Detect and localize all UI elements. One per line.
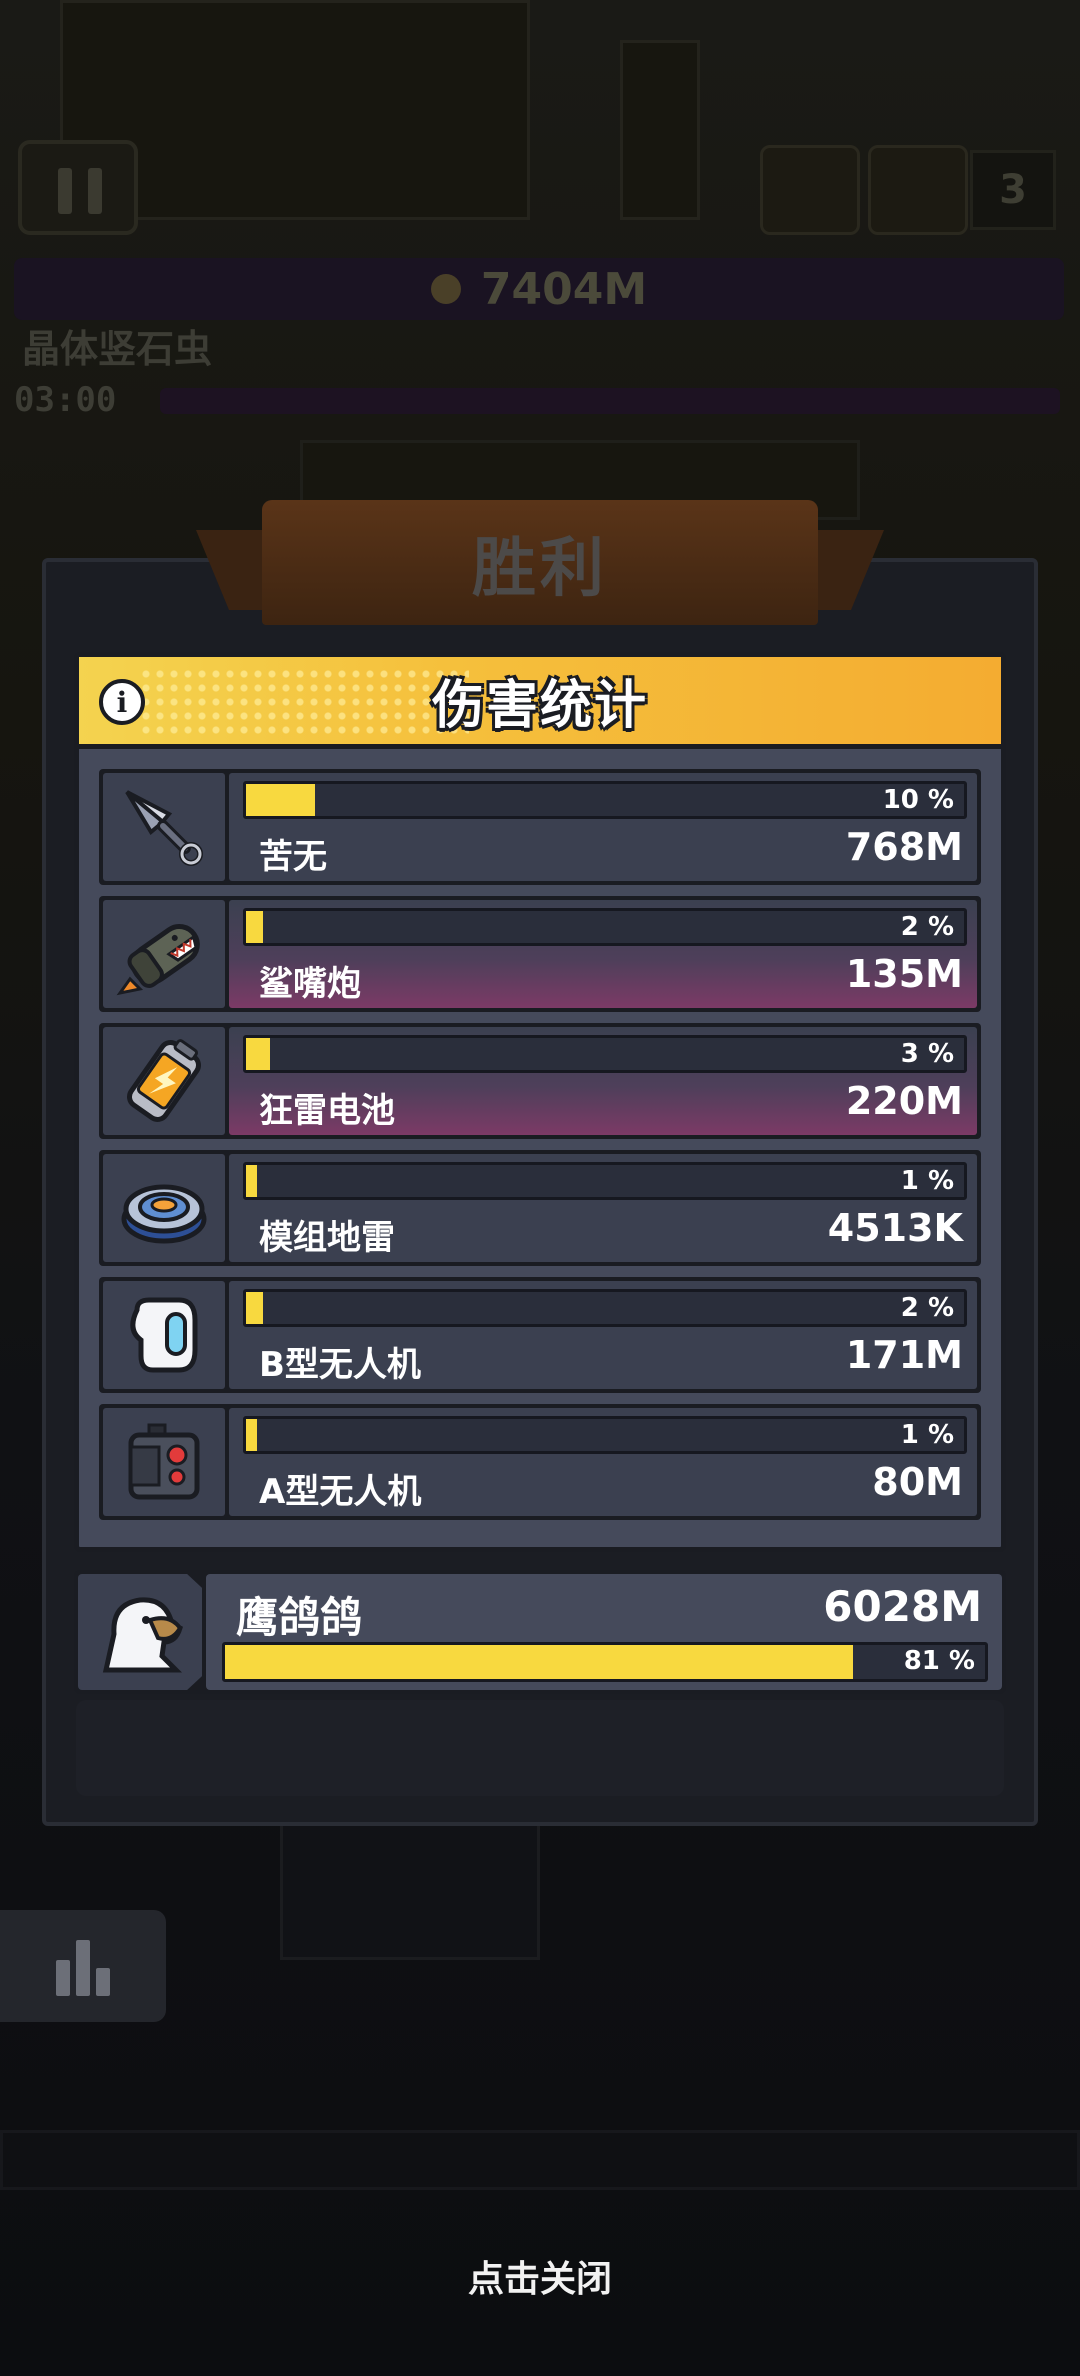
player-total-card: 鹰鸽鸽 6028M 81 % [74, 1570, 1006, 1694]
tap-to-close[interactable]: 点击关闭 [0, 2250, 1080, 2302]
damage-share-fill [246, 1165, 257, 1197]
gold-bar: 7404M [14, 258, 1064, 320]
damage-percent: 10 % [882, 785, 954, 815]
pause-icon [88, 168, 102, 214]
damage-amount: 171M [845, 1333, 963, 1377]
gold-amount: 7404M [480, 263, 648, 315]
damage-share-fill [246, 1292, 264, 1324]
damage-amount: 80M [872, 1460, 963, 1504]
damage-share-fill [246, 1419, 257, 1451]
ribbon-main: 胜利 [262, 500, 818, 625]
eagle-avatar-icon [78, 1574, 202, 1690]
weapon-row: 2 % 鲨嘴炮 135M [99, 896, 981, 1012]
weapon-row-body: 3 % 狂雷电池 220M [229, 1027, 977, 1135]
coin-icon [430, 274, 461, 304]
damage-share-bar: 3 % [243, 1035, 967, 1073]
weapon-name: 模组地雷 [259, 1218, 395, 1258]
total-damage-amount: 6028M [823, 1582, 982, 1631]
player-total-body: 鹰鸽鸽 6028M 81 % [206, 1574, 1002, 1690]
chest-icon [868, 145, 968, 235]
victory-title: 胜利 [472, 531, 608, 606]
boss-health-bar [160, 388, 1060, 414]
damage-percent: 2 % [900, 1293, 954, 1323]
victory-ribbon: 胜利 [196, 500, 884, 630]
bg-structure [0, 2130, 1080, 2190]
weapon-row: 3 % 狂雷电池 220M [99, 1023, 981, 1139]
damage-percent: 3 % [900, 1039, 954, 1069]
damage-stats-header: i 伤害统计 [79, 657, 1001, 749]
bar-chart-icon [96, 1968, 110, 1996]
damage-share-bar: 1 % [243, 1416, 967, 1454]
info-icon[interactable]: i [99, 679, 145, 725]
weapon-row-body: 1 % 模组地雷 4513K [229, 1154, 977, 1262]
bg-structure [620, 40, 700, 220]
damage-amount: 220M [845, 1079, 963, 1123]
hud-counter: 3 [970, 150, 1056, 230]
weapon-row-body: 2 % 鲨嘴炮 135M [229, 900, 977, 1008]
shark-cannon-icon [103, 900, 225, 1008]
damage-share-bar: 2 % [243, 908, 967, 946]
pause-icon [58, 168, 72, 214]
weapon-row: 2 % B型无人机 171M [99, 1277, 981, 1393]
damage-share-bar: 1 % [243, 1162, 967, 1200]
weapon-name: 狂雷电池 [259, 1091, 395, 1131]
pause-button[interactable] [18, 140, 138, 235]
damage-amount: 768M [845, 825, 963, 869]
weapon-row-body: 2 % B型无人机 171M [229, 1281, 977, 1389]
damage-amount: 4513K [827, 1206, 963, 1250]
weapon-list: 10 % 苦无 768M 2 % 鲨嘴炮 135M 3 % 狂雷电池 220M … [99, 769, 981, 1531]
damage-stats-window: i 伤害统计 10 % 苦无 768M 2 % 鲨嘴炮 135M 3 % 狂雷电… [74, 652, 1006, 1552]
damage-share-fill [246, 911, 264, 943]
bg-structure [280, 1820, 540, 1960]
bar-chart-icon [76, 1940, 90, 1996]
damage-share-fill [246, 784, 315, 816]
damage-percent: 1 % [900, 1420, 954, 1450]
thunder-battery-icon [103, 1027, 225, 1135]
weapon-row: 10 % 苦无 768M [99, 769, 981, 885]
weapon-name: 鲨嘴炮 [259, 964, 361, 1004]
total-damage-bar: 81 % [222, 1642, 988, 1682]
damage-share-bar: 10 % [243, 781, 967, 819]
weapon-row: 1 % 模组地雷 4513K [99, 1150, 981, 1266]
weapon-row: 1 % A型无人机 80M [99, 1404, 981, 1520]
header-pattern [139, 667, 469, 739]
damage-share-bar: 2 % [243, 1289, 967, 1327]
kunai-icon [103, 773, 225, 881]
boss-timer: 03:00 [14, 380, 117, 420]
drone-a-icon [103, 1408, 225, 1516]
player-name: 鹰鸽鸽 [236, 1593, 363, 1642]
boss-face-icon [760, 145, 860, 235]
damage-percent: 1 % [900, 1166, 954, 1196]
bar-chart-icon [56, 1960, 70, 1996]
result-panel-footer [76, 1700, 1004, 1796]
damage-percent: 2 % [900, 912, 954, 942]
boss-name: 晶体竖石虫 [22, 327, 213, 371]
total-damage-fill [225, 1645, 853, 1679]
stats-button[interactable] [0, 1910, 166, 2022]
weapon-name: 苦无 [259, 837, 327, 877]
weapon-name: A型无人机 [259, 1472, 422, 1512]
damage-amount: 135M [845, 952, 963, 996]
damage-stats-title: 伤害统计 [431, 676, 648, 736]
total-damage-percent: 81 % [903, 1646, 975, 1676]
weapon-row-body: 10 % 苦无 768M [229, 773, 977, 881]
module-mine-icon [103, 1154, 225, 1262]
weapon-row-body: 1 % A型无人机 80M [229, 1408, 977, 1516]
damage-share-fill [246, 1038, 270, 1070]
drone-b-icon [103, 1281, 225, 1389]
weapon-name: B型无人机 [259, 1345, 421, 1385]
